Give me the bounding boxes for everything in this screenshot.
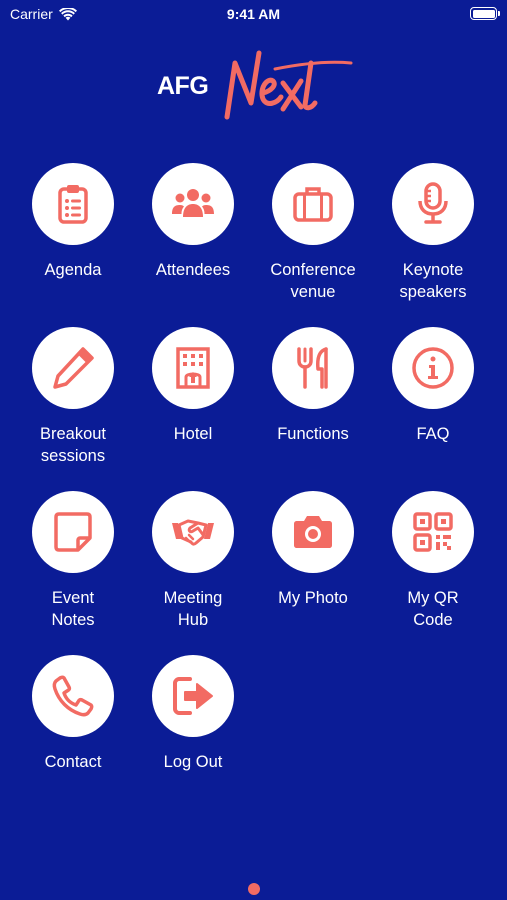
menu-item-hotel[interactable]: Hotel (133, 327, 253, 491)
menu-item-log-out[interactable]: Log Out (133, 655, 253, 819)
menu-item-label: Contact (44, 753, 102, 771)
menu-item-label: My QR Code (407, 589, 459, 629)
menu-item-icon-wrap (32, 491, 114, 573)
menu-item-icon-wrap (32, 655, 114, 737)
fork-knife-icon (297, 347, 328, 389)
menu-item-label: FAQ (416, 425, 450, 443)
menu-item-faq[interactable]: FAQ (373, 327, 493, 491)
battery-icon (470, 7, 500, 20)
menu-item-icon-wrap (392, 163, 474, 245)
menu-item-meeting-hub[interactable]: Meeting Hub (133, 491, 253, 655)
camera-icon (294, 516, 332, 548)
menu-item-label: Conference venue (270, 261, 356, 301)
menu-item-icon-wrap (32, 327, 114, 409)
menu-item-agenda[interactable]: Agenda (13, 163, 133, 327)
status-bar: Carrier 9:41 AM (0, 0, 507, 30)
phone-icon (52, 675, 94, 717)
menu-item-label: Agenda (44, 261, 102, 279)
logo-script-next (224, 50, 353, 120)
building-icon (176, 347, 210, 389)
menu-item-icon-wrap (152, 327, 234, 409)
menu-item-contact[interactable]: Contact (13, 655, 133, 819)
info-icon (412, 347, 454, 389)
menu-item-label: Log Out (163, 753, 223, 771)
menu-item-my-qr-code[interactable]: My QR Code (373, 491, 493, 655)
menu-item-label: Meeting Hub (163, 589, 223, 629)
handshake-icon (172, 519, 214, 546)
menu-item-icon-wrap (152, 163, 234, 245)
menu-item-label: Breakout sessions (39, 425, 107, 465)
sign-out-icon (173, 677, 213, 715)
menu-item-label: My Photo (278, 589, 348, 607)
clipboard-icon (58, 185, 88, 224)
menu-item-label: Attendees (155, 261, 231, 279)
menu-item-icon-wrap (272, 327, 354, 409)
menu-item-my-photo[interactable]: My Photo (253, 491, 373, 655)
menu-item-event-notes[interactable]: Event Notes (13, 491, 133, 655)
menu-item-icon-wrap (32, 163, 114, 245)
menu-item-icon-wrap (152, 655, 234, 737)
menu-item-icon-wrap (152, 491, 234, 573)
menu-item-functions[interactable]: Functions (253, 327, 373, 491)
menu-item-label: Functions (277, 425, 349, 443)
microphone-icon (418, 182, 448, 224)
menu-item-icon-wrap (392, 327, 474, 409)
menu-item-attendees[interactable]: Attendees (133, 163, 253, 327)
briefcase-icon (293, 187, 333, 222)
people-icon (172, 189, 214, 217)
page-indicator-dot[interactable] (248, 883, 260, 895)
menu-grid: Agenda Attendees Conference venue Keynot… (13, 163, 494, 819)
menu-item-label: Keynote speakers (399, 261, 467, 301)
status-time: 9:41 AM (226, 6, 281, 22)
pencil-icon (53, 347, 94, 389)
menu-item-label: Event Notes (51, 589, 95, 629)
sticky-note-icon (54, 512, 92, 552)
app-logo: AFG (155, 45, 355, 125)
qr-code-icon (413, 512, 453, 552)
menu-item-icon-wrap (272, 491, 354, 573)
menu-item-icon-wrap (272, 163, 354, 245)
menu-item-keynote-speakers[interactable]: Keynote speakers (373, 163, 493, 327)
menu-item-conference-venue[interactable]: Conference venue (253, 163, 373, 327)
menu-item-breakout-sessions[interactable]: Breakout sessions (13, 327, 133, 491)
menu-item-label: Hotel (173, 425, 213, 443)
menu-item-icon-wrap (392, 491, 474, 573)
